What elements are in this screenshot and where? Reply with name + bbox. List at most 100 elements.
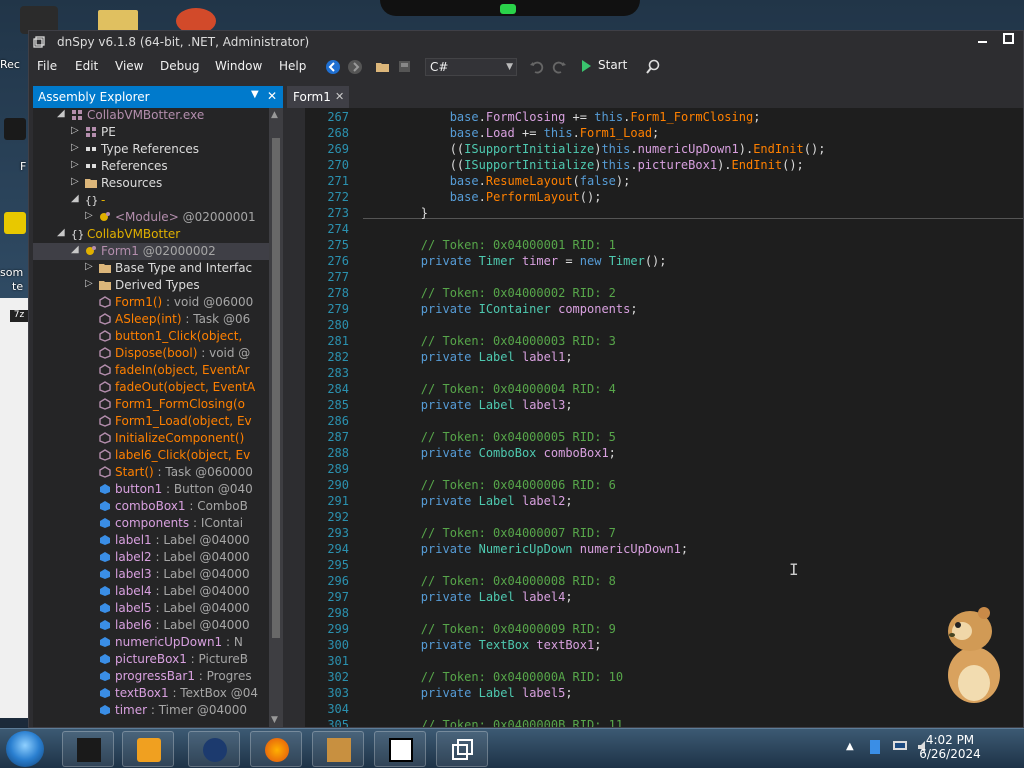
close-icon[interactable]: ✕ — [267, 89, 277, 103]
tree-item-label: References — [101, 159, 168, 173]
tree-item[interactable]: ▷ Derived Types — [33, 277, 269, 294]
windows-start-button[interactable] — [6, 731, 44, 767]
tree-item[interactable]: Form1_Load(object, Ev — [33, 413, 269, 430]
tree-item[interactable]: Form1_FormClosing(o — [33, 396, 269, 413]
language-select[interactable]: C# ▼ — [425, 58, 517, 76]
taskbar-app-terminal[interactable] — [62, 731, 114, 767]
expand-icon[interactable]: ▷ — [85, 261, 95, 272]
expand-icon[interactable]: ▷ — [85, 210, 95, 221]
menu-file[interactable]: File — [37, 59, 57, 73]
scroll-down-icon[interactable]: ▼ — [271, 715, 278, 725]
collapse-icon[interactable]: ◢ — [71, 244, 81, 255]
save-all-icon[interactable] — [397, 59, 413, 75]
expand-icon[interactable]: ▷ — [85, 278, 95, 289]
start-debug-button[interactable]: Start — [582, 58, 627, 76]
tree-item[interactable]: label6_Click(object, Ev — [33, 447, 269, 464]
desktop-icon-5[interactable] — [4, 212, 26, 234]
menu-debug[interactable]: Debug — [160, 59, 199, 73]
tree-item[interactable]: ◢ Form1 @02000002 — [33, 243, 269, 260]
expand-icon[interactable]: ▷ — [71, 159, 81, 170]
desktop-icon-4[interactable] — [4, 118, 26, 140]
tree-item[interactable]: label4 : Label @04000 — [33, 583, 269, 600]
forward-icon[interactable] — [347, 59, 363, 75]
dropdown-icon[interactable]: ▼ — [251, 89, 259, 100]
tree-item[interactable]: numericUpDown1 : N — [33, 634, 269, 651]
minimize-button[interactable] — [973, 33, 993, 51]
menu-help[interactable]: Help — [279, 59, 306, 73]
show-hidden-icons-icon[interactable]: ▲ — [846, 741, 854, 752]
taskbar-app-7zip[interactable] — [374, 731, 426, 767]
tree-item[interactable]: comboBox1 : ComboB — [33, 498, 269, 515]
tree-item[interactable]: label5 : Label @04000 — [33, 600, 269, 617]
tree-item[interactable]: ◢ CollabVMBotter.exe — [33, 108, 269, 124]
expand-icon[interactable]: ▷ — [71, 176, 81, 187]
tree-item[interactable]: label3 : Label @04000 — [33, 566, 269, 583]
assembly-explorer-header[interactable]: Assembly Explorer ▼ ✕ — [33, 86, 283, 108]
redo-icon[interactable] — [551, 59, 567, 75]
tree-item[interactable]: progressBar1 : Progres — [33, 668, 269, 685]
collapse-icon[interactable]: ◢ — [71, 193, 81, 204]
tree-item[interactable]: label1 : Label @04000 — [33, 532, 269, 549]
search-icon[interactable] — [645, 59, 661, 75]
taskbar-app-hamster[interactable] — [312, 731, 364, 767]
device-icon[interactable] — [868, 739, 882, 755]
tree-item[interactable]: timer : Timer @04000 — [33, 702, 269, 719]
tree-item-label: comboBox1 : ComboB — [115, 499, 248, 513]
taskbar-app-browser[interactable] — [188, 731, 240, 767]
code-text: private IContainer components; — [420, 302, 638, 316]
tree-item[interactable]: components : IContai — [33, 515, 269, 532]
explorer-scrollbar[interactable]: ▲ ▼ — [269, 108, 283, 727]
tree-item[interactable]: Start() : Task @060000 — [33, 464, 269, 481]
tree-item[interactable]: label2 : Label @04000 — [33, 549, 269, 566]
menu-view[interactable]: View — [115, 59, 143, 73]
taskbar-app-dnspy[interactable] — [436, 731, 488, 767]
close-tab-icon[interactable]: ✕ — [335, 90, 344, 103]
menu-edit[interactable]: Edit — [75, 59, 98, 73]
tree-item[interactable]: Dispose(bool) : void @ — [33, 345, 269, 362]
tree-item[interactable]: ▷ References — [33, 158, 269, 175]
open-folder-icon[interactable] — [375, 59, 391, 75]
tree-item[interactable]: ◢ {} - — [33, 192, 269, 209]
code-editor[interactable]: I 267 base.FormClosing += this.Form1_For… — [287, 108, 1023, 727]
dnspy-window: dnSpy v6.1.8 (64-bit, .NET, Administrato… — [28, 30, 1024, 728]
tree-item[interactable]: InitializeComponent() — [33, 430, 269, 447]
tree-item-label: label5 : Label @04000 — [115, 601, 250, 615]
tree-item[interactable]: Form1() : void @06000 — [33, 294, 269, 311]
expand-icon[interactable]: ▷ — [71, 125, 81, 136]
code-text: private TextBox textBox1; — [420, 638, 602, 652]
background-window[interactable]: 7z — [0, 298, 31, 718]
tree-item[interactable]: button1_Click(object, — [33, 328, 269, 345]
tree-item[interactable]: ▷ Resources — [33, 175, 269, 192]
scroll-up-icon[interactable]: ▲ — [271, 110, 278, 120]
tree-item[interactable]: textBox1 : TextBox @04 — [33, 685, 269, 702]
tab-form1[interactable]: Form1 ✕ — [287, 86, 349, 108]
taskbar-app-firefox[interactable] — [250, 731, 302, 767]
tree-item[interactable]: ASleep(int) : Task @06 — [33, 311, 269, 328]
line-number: 283 — [327, 366, 349, 380]
menu-window[interactable]: Window — [215, 59, 262, 73]
line-number: 285 — [327, 398, 349, 412]
code-line: 286 — [305, 414, 1023, 430]
desktop-top-decoration — [380, 0, 640, 16]
tree-item[interactable]: ▷ PE — [33, 124, 269, 141]
tree-item[interactable]: pictureBox1 : PictureB — [33, 651, 269, 668]
tree-item[interactable]: label6 : Label @04000 — [33, 617, 269, 634]
expand-icon[interactable]: ▷ — [71, 142, 81, 153]
tree-item[interactable]: ▷ Type References — [33, 141, 269, 158]
tree-item[interactable]: ◢ {} CollabVMBotter — [33, 226, 269, 243]
desktop-icon-2[interactable] — [98, 10, 138, 32]
maximize-button[interactable] — [999, 33, 1019, 51]
undo-icon[interactable] — [529, 59, 545, 75]
scrollbar-thumb[interactable] — [272, 138, 280, 638]
collapse-icon[interactable]: ◢ — [57, 108, 67, 119]
tree-item[interactable]: ▷ Base Type and Interfac — [33, 260, 269, 277]
tree-item[interactable]: fadeIn(object, EventAr — [33, 362, 269, 379]
tree-item[interactable]: fadeOut(object, EventA — [33, 379, 269, 396]
tree-item[interactable]: ▷ <Module> @02000001 — [33, 209, 269, 226]
title-bar[interactable]: dnSpy v6.1.8 (64-bit, .NET, Administrato… — [29, 31, 1023, 53]
clock[interactable]: 4:02 PM 6/26/2024 — [900, 733, 1000, 761]
back-icon[interactable] — [325, 59, 341, 75]
taskbar-app-media-player[interactable] — [122, 731, 174, 767]
tree-item[interactable]: button1 : Button @040 — [33, 481, 269, 498]
collapse-icon[interactable]: ◢ — [57, 227, 67, 238]
